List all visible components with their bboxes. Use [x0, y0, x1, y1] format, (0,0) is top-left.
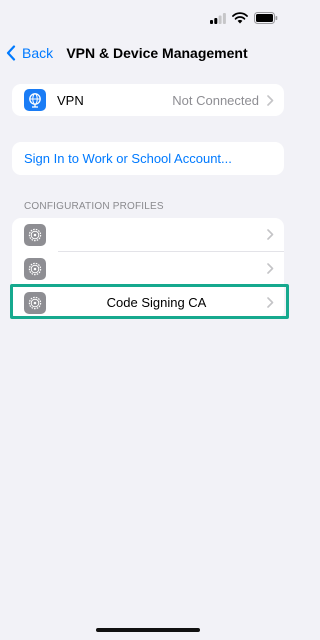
- signin-row[interactable]: Sign In to Work or School Account...: [12, 142, 284, 175]
- profile-row[interactable]: [12, 252, 284, 285]
- vpn-row[interactable]: VPN Not Connected: [12, 84, 284, 116]
- gear-icon: [24, 291, 46, 314]
- wifi-icon: [232, 11, 248, 29]
- gear-icon: [24, 257, 46, 280]
- profile-name: Code Signing CA: [106, 295, 207, 310]
- vpn-label: VPN: [57, 92, 84, 108]
- chevron-right-icon: [267, 94, 274, 106]
- home-indicator[interactable]: [96, 628, 200, 632]
- navigation-bar: Back VPN & Device Management: [0, 40, 296, 66]
- gear-icon: [24, 223, 46, 246]
- profile-row[interactable]: [12, 218, 284, 251]
- configuration-profiles-list: Code Signing CA: [12, 218, 284, 319]
- signal-icon: [210, 11, 226, 29]
- page-title: VPN & Device Management: [66, 45, 248, 61]
- profile-row-code-signing-ca[interactable]: Code Signing CA: [12, 286, 284, 319]
- globe-icon: [24, 89, 46, 111]
- chevron-right-icon: [267, 263, 274, 274]
- status-bar: [0, 0, 296, 40]
- chevron-right-icon: [267, 297, 274, 308]
- signin-link[interactable]: Sign In to Work or School Account...: [24, 151, 232, 166]
- vpn-status: Not Connected: [172, 92, 259, 108]
- battery-icon: [254, 11, 278, 29]
- section-header-configuration-profiles: CONFIGURATION PROFILES: [24, 201, 164, 212]
- chevron-right-icon: [267, 229, 274, 240]
